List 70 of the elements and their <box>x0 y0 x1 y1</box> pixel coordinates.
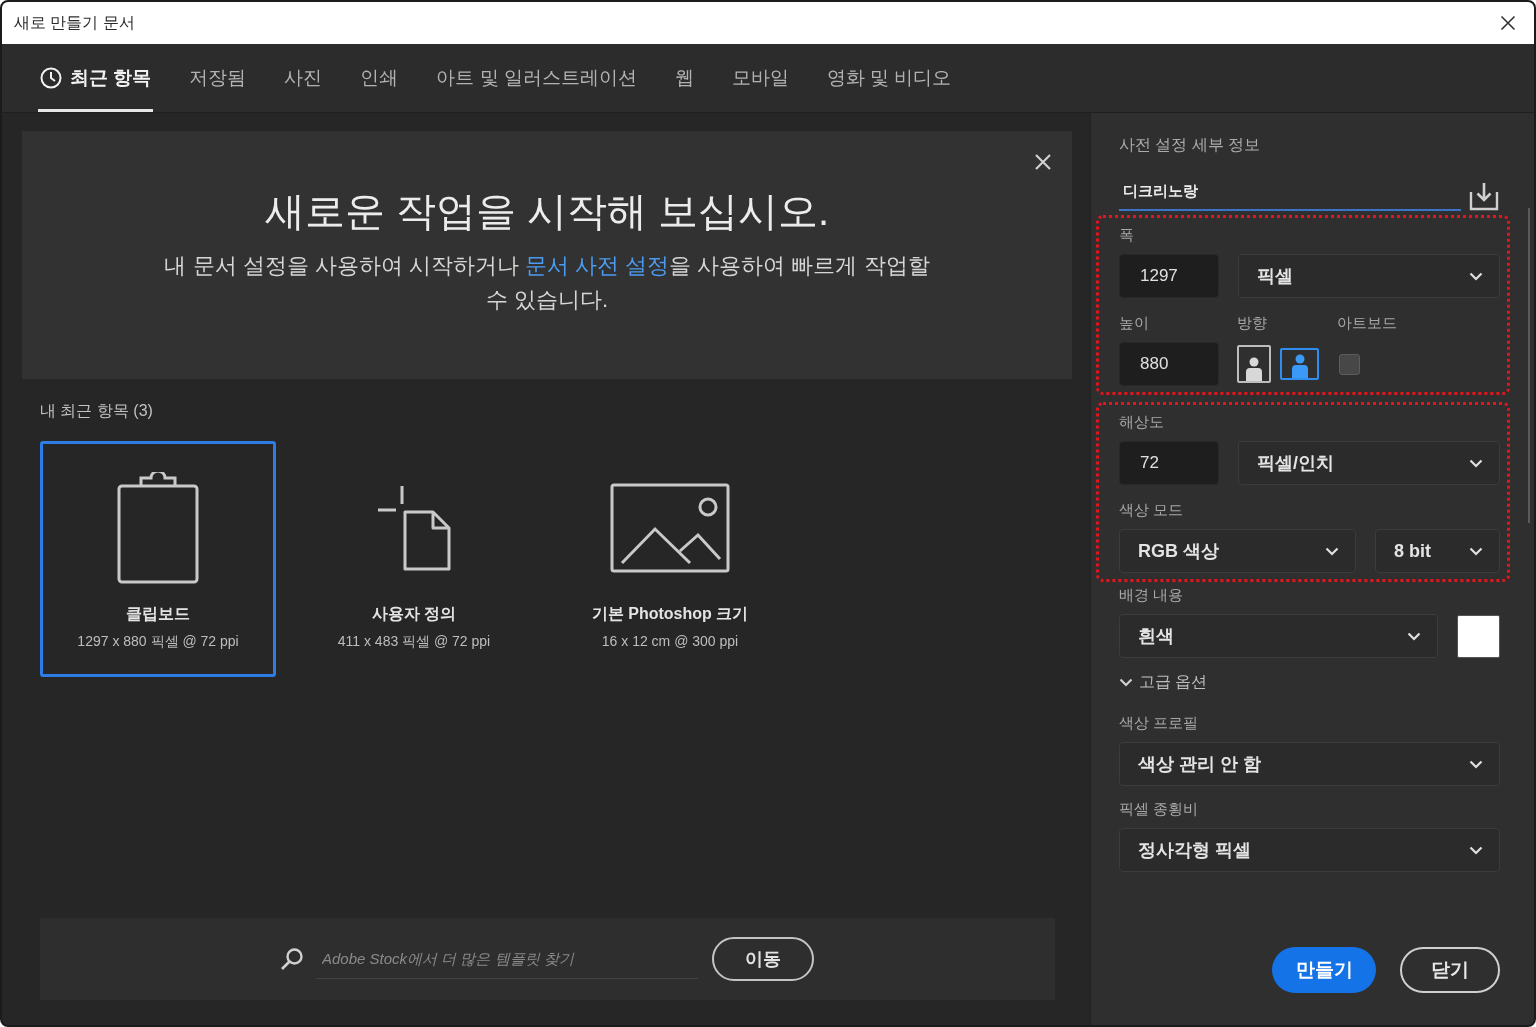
field-label: 픽셀 종횡비 <box>1119 800 1200 818</box>
chevron-down-icon <box>1469 546 1483 556</box>
tab[interactable]: 영화 및 비디오 <box>824 44 954 112</box>
tab[interactable]: 웹 <box>672 44 696 112</box>
height-input[interactable]: 880 <box>1119 342 1219 386</box>
color-swatch-icon[interactable] <box>1457 614 1500 658</box>
tab[interactable]: 최근 항목 <box>38 44 154 112</box>
preset-name: 클립보드 <box>126 604 190 624</box>
clock-icon <box>40 67 62 89</box>
tab[interactable]: 저장됨 <box>187 44 249 112</box>
bit-depth-dropdown[interactable]: 8 bit <box>1375 529 1500 573</box>
field-label: 방향 <box>1237 314 1268 332</box>
document-icon <box>376 484 452 572</box>
create-button[interactable]: 만들기 <box>1272 947 1376 993</box>
image-icon <box>610 483 730 573</box>
chevron-down-icon <box>1407 631 1421 641</box>
window-title: 새로 만들기 문서 <box>14 12 135 33</box>
unit-dropdown[interactable]: 픽셀/인치 <box>1238 441 1500 485</box>
artboard-checkbox[interactable] <box>1339 353 1360 375</box>
welcome-text: 내 문서 설정을 사용하여 시작하거나 문서 사전 설정을 사용하여 빠르게 작업할 수 있습니다. <box>163 252 931 314</box>
search-field[interactable]: Adobe Stock에서 더 많은 템플릿 찾기 <box>316 939 698 979</box>
tab[interactable]: 아트 및 일러스트레이션 <box>434 44 639 112</box>
scrollbar-thumb[interactable] <box>1528 208 1530 523</box>
field-label: 배경 내용 <box>1119 586 1185 604</box>
field-label: 색상 프로필 <box>1119 714 1200 732</box>
unit-dropdown[interactable]: 픽셀 <box>1238 254 1500 298</box>
person-icon <box>1291 354 1308 378</box>
tab[interactable]: 사진 <box>282 44 325 112</box>
preset-card[interactable]: 사용자 정의 411 x 483 픽셀 @ 72 ppi <box>296 441 532 677</box>
close-button[interactable]: 닫기 <box>1400 947 1500 993</box>
preset-size: 16 x 12 cm @ 300 ppi <box>601 632 739 650</box>
advanced-options-toggle[interactable]: 고급 옵션 <box>1119 672 1208 692</box>
person-icon <box>1246 357 1262 381</box>
pixel-aspect-dropdown[interactable]: 정사각형 픽셀 <box>1119 828 1500 872</box>
chevron-down-icon <box>1469 759 1483 769</box>
background-dropdown[interactable]: 흰색 <box>1119 614 1438 658</box>
go-button[interactable]: 이동 <box>712 937 814 981</box>
width-input[interactable]: 1297 <box>1119 254 1219 298</box>
preset-size: 411 x 483 픽셀 @ 72 ppi <box>337 632 491 650</box>
presets-link[interactable]: 문서 사전 설정 <box>525 253 670 278</box>
resolution-input[interactable]: 72 <box>1119 441 1219 485</box>
chevron-down-icon <box>1469 458 1483 468</box>
preset-name: 사용자 정의 <box>371 604 457 624</box>
field-label: 높이 <box>1119 314 1150 332</box>
field-label: 폭 <box>1119 226 1135 244</box>
close-icon[interactable] <box>1500 15 1516 31</box>
search-icon <box>280 947 304 971</box>
panel-title: 사전 설정 세부 정보 <box>1119 135 1262 155</box>
chevron-down-icon <box>1325 546 1339 556</box>
portrait-orientation-button[interactable] <box>1237 345 1271 383</box>
color-mode-dropdown[interactable]: RGB 색상 <box>1119 529 1356 573</box>
preset-name-field[interactable]: 디크리노랑 <box>1119 173 1461 211</box>
welcome-title: 새로운 작업을 시작해 보십시오. <box>264 188 830 235</box>
preset-size: 1297 x 880 픽셀 @ 72 ppi <box>77 632 239 650</box>
tab[interactable]: 인쇄 <box>358 44 401 112</box>
preset-card[interactable]: 기본 Photoshop 크기 16 x 12 cm @ 300 ppi <box>552 441 788 677</box>
color-profile-dropdown[interactable]: 색상 관리 안 함 <box>1119 742 1500 786</box>
save-preset-icon[interactable] <box>1468 181 1500 211</box>
recent-heading: 내 최근 항목 (3) <box>40 401 154 421</box>
clipboard-icon <box>117 472 199 584</box>
field-label: 색상 모드 <box>1119 501 1185 519</box>
chevron-down-icon <box>1469 845 1483 855</box>
field-label: 아트보드 <box>1337 314 1398 332</box>
tab[interactable]: 모바일 <box>729 44 791 112</box>
preset-card[interactable]: 클립보드 1297 x 880 픽셀 @ 72 ppi <box>40 441 276 677</box>
landscape-orientation-button[interactable] <box>1280 348 1319 380</box>
field-label: 해상도 <box>1119 413 1165 431</box>
preset-name: 기본 Photoshop 크기 <box>591 604 749 624</box>
chevron-icon <box>1119 677 1133 687</box>
chevron-down-icon <box>1469 271 1483 281</box>
